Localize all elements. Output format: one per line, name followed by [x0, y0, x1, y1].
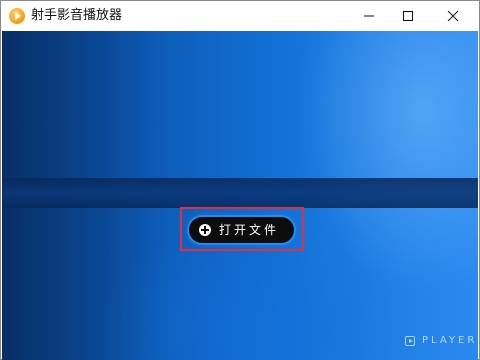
- maximize-icon: [403, 11, 413, 21]
- close-button[interactable]: [431, 1, 475, 31]
- minimize-button[interactable]: [347, 1, 391, 31]
- minimize-icon: [364, 15, 374, 17]
- brand-text: PLAYER: [422, 335, 478, 346]
- video-area[interactable]: 打开文件 PLAYER: [2, 31, 478, 360]
- player-logo-icon: [405, 336, 415, 346]
- plus-circle-icon: [199, 224, 211, 236]
- app-logo-icon: [9, 8, 25, 24]
- maximize-button[interactable]: [386, 1, 430, 31]
- title-bar[interactable]: 射手影音播放器: [1, 1, 479, 31]
- close-icon: [447, 10, 459, 22]
- window-title: 射手影音播放器: [31, 8, 123, 23]
- open-file-button[interactable]: 打开文件: [189, 217, 294, 243]
- background-band: [2, 178, 478, 208]
- brand-watermark: PLAYER: [405, 334, 477, 348]
- open-file-label: 打开文件: [219, 223, 280, 237]
- player-window: 射手影音播放器 打开文件 PLAYER: [0, 0, 480, 360]
